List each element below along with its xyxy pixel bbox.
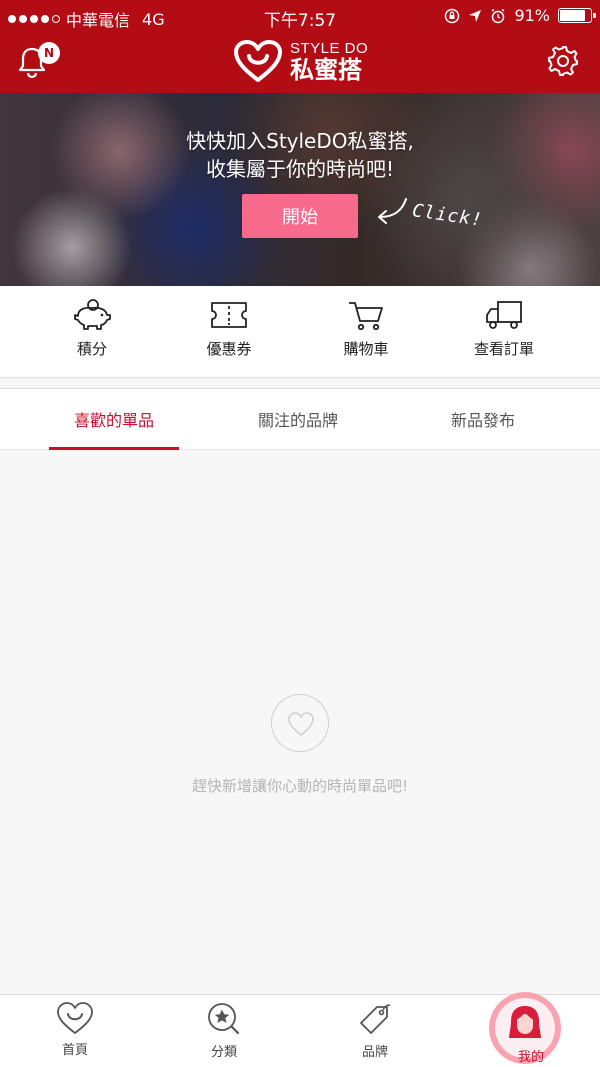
bottom-tab-label: 品牌 [361,1045,388,1060]
orders-button[interactable]: 查看訂單 [449,298,559,359]
collection-tabs: 喜歡的單品 關注的品牌 新品發布 [0,388,600,450]
tab-categories[interactable]: 分類 [174,1001,274,1060]
logo-heart-icon [234,40,282,82]
app-logo: STYLE DO 私蜜搭 [234,38,368,84]
cart-button[interactable]: 購物車 [311,298,421,359]
empty-state-icon [271,694,329,752]
notification-badge: N [38,42,60,64]
search-star-icon [208,1003,240,1035]
alarm-icon [491,8,505,23]
rotation-lock-icon [445,8,460,23]
start-button[interactable]: 開始 [242,194,358,238]
tab-mine[interactable]: 我的 [489,992,561,1065]
logo-text-zh: 私蜜搭 [290,55,362,84]
status-bar: 中華電信 4G 下午7:57 91% [0,0,600,32]
top-navigation-bar: N STYLE DO 私蜜搭 [0,32,600,93]
battery-fill [560,10,586,21]
bottom-tab-label: 我的 [517,1050,544,1065]
quick-actions: 積分 優惠券 購物車 查看訂單 [0,286,600,378]
bottom-tab-bar: 首頁 分類 品牌 我的 [0,992,600,1067]
coupons-button[interactable]: 優惠券 [174,298,284,359]
battery-icon [558,8,596,23]
empty-state-message: 趕快新增讓你心動的時尚單品吧! [191,777,408,795]
settings-button[interactable] [546,44,580,78]
coupon-icon [211,302,247,328]
heart-icon [288,712,314,736]
tab-brands[interactable]: 品牌 [325,1001,425,1060]
tab-home[interactable]: 首頁 [25,1001,125,1058]
quick-action-label: 優惠券 [206,340,252,358]
truck-icon [486,301,522,329]
bottom-tab-label: 首頁 [61,1043,88,1058]
promo-banner: 快快加入StyleDO私蜜搭, 收集屬于你的時尚吧! 開始 Click! [0,93,600,286]
banner-line-2: 收集屬于你的時尚吧! [205,157,395,181]
battery-percent: 91% [514,6,550,25]
piggy-bank-icon [74,299,111,330]
click-hint: Click! [410,200,485,231]
curved-arrow-icon [378,198,407,224]
quick-action-label: 積分 [76,340,107,358]
tag-icon [360,1004,391,1034]
avatar-icon [509,1006,541,1038]
points-button[interactable]: 積分 [37,298,147,359]
banner-headline: 快快加入StyleDO私蜜搭, 收集屬于你的時尚吧! [0,127,600,183]
quick-action-label: 查看訂單 [473,340,534,358]
tab-new-releases[interactable]: 新品發布 [418,389,548,450]
tab-liked-items[interactable]: 喜歡的單品 [49,389,179,450]
bottom-tab-label: 分類 [210,1045,237,1060]
location-arrow-icon [469,9,482,22]
quick-action-label: 購物車 [343,340,389,358]
home-heart-icon [57,1002,93,1034]
banner-line-1: 快快加入StyleDO私蜜搭, [186,129,414,153]
tab-followed-brands[interactable]: 關注的品牌 [233,389,363,450]
cart-icon [349,302,383,331]
logo-text-en: STYLE DO [290,39,369,57]
gear-icon [548,46,578,76]
